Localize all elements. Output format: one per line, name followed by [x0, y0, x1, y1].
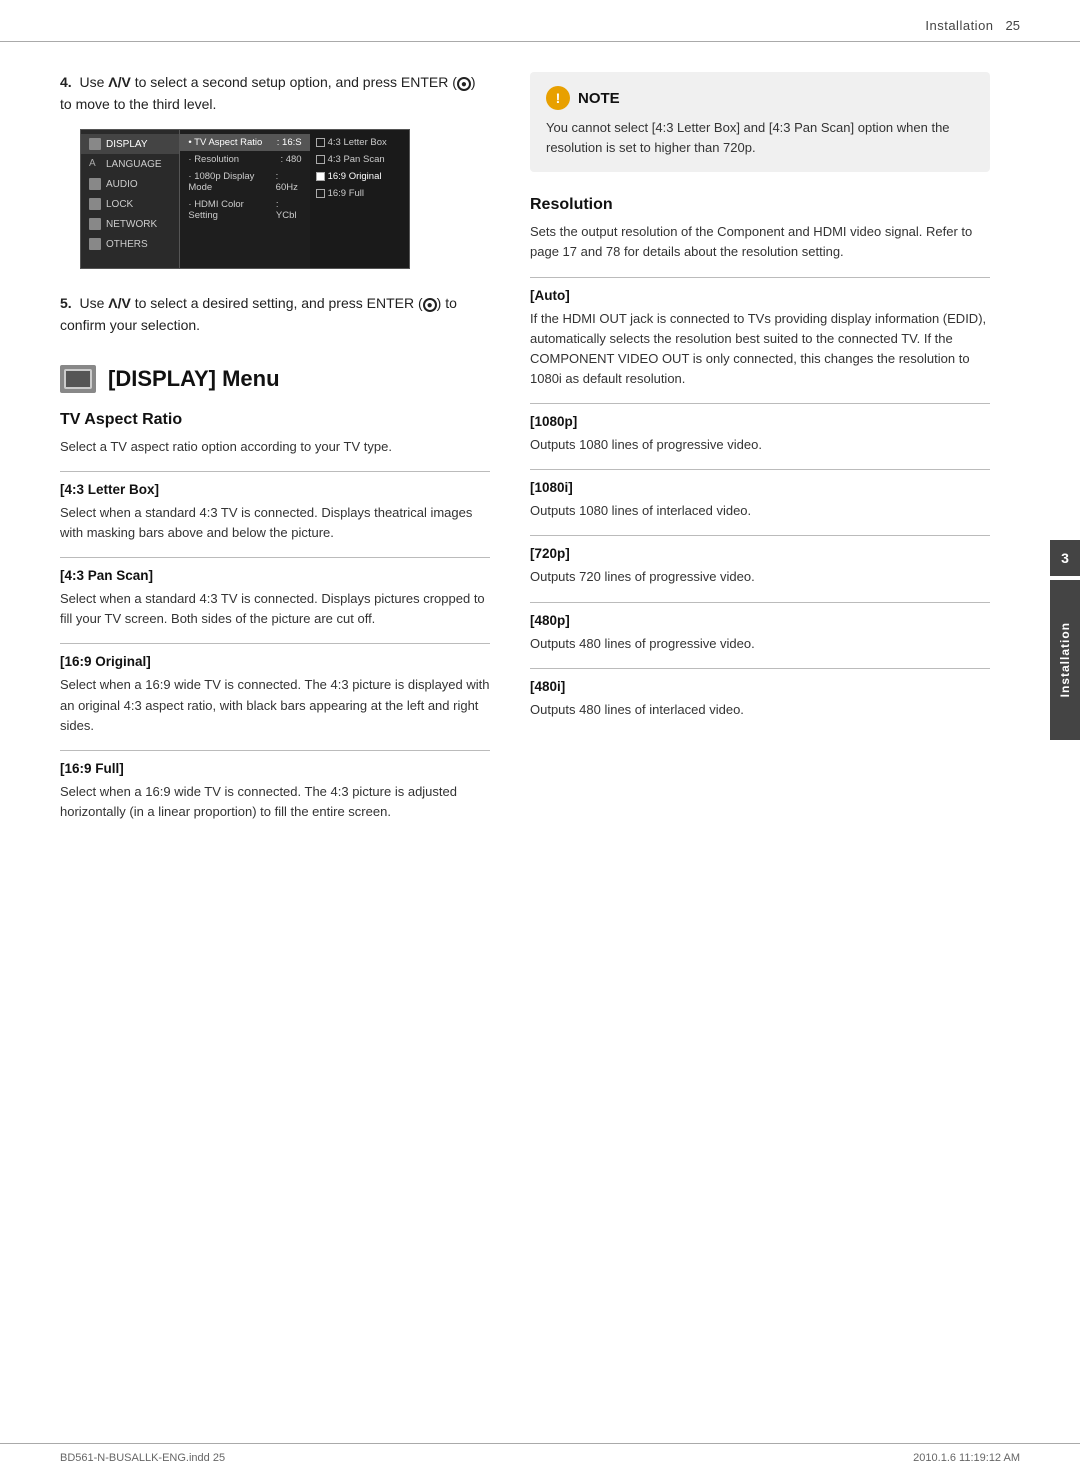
sub-43panscan-desc: Select when a standard 4:3 TV is connect… — [60, 589, 490, 629]
sub-43panscan: [4:3 Pan Scan] Select when a standard 4:… — [60, 557, 490, 629]
menu-row-1080p: · 1080p Display Mode : 60Hz — [180, 168, 309, 196]
resolution-section: Resolution Sets the output resolution of… — [530, 196, 990, 720]
menu-item-audio: AUDIO — [81, 174, 179, 194]
network-icon — [89, 218, 101, 230]
note-box: ! NOTE You cannot select [4:3 Letter Box… — [530, 72, 990, 172]
sub-480p-desc: Outputs 480 lines of progressive video. — [530, 634, 990, 654]
step-5-block: 5. Use Λ/V to select a desired setting, … — [60, 293, 490, 336]
sub-43letterbox-title: [4:3 Letter Box] — [60, 482, 490, 497]
page-container: Installation 25 3 Installation 4. Use Λ/… — [0, 0, 1080, 1472]
step-5-text: 5. Use Λ/V to select a desired setting, … — [60, 293, 490, 336]
sub-43letterbox: [4:3 Letter Box] Select when a standard … — [60, 471, 490, 543]
header-title: Installation — [925, 18, 993, 33]
sub-480i-title: [480i] — [530, 679, 990, 694]
left-column: 4. Use Λ/V to select a second setup opti… — [60, 72, 490, 836]
menu-left-panel: DISPLAY A LANGUAGE AUDIO LOCK — [81, 130, 180, 268]
main-content: 4. Use Λ/V to select a second setup opti… — [0, 42, 1080, 866]
note-header: ! NOTE — [546, 86, 974, 110]
sub-1080p: [1080p] Outputs 1080 lines of progressiv… — [530, 403, 990, 455]
display-icon-small — [89, 138, 101, 150]
display-icon-inner — [64, 369, 92, 389]
sub-480i: [480i] Outputs 480 lines of interlaced v… — [530, 668, 990, 720]
resolution-heading: Resolution — [530, 196, 990, 214]
sub-auto-title: [Auto] — [530, 288, 990, 303]
menu-item-others: OTHERS — [81, 234, 179, 254]
sub-480p-title: [480p] — [530, 613, 990, 628]
right-column: ! NOTE You cannot select [4:3 Letter Box… — [530, 72, 1020, 836]
sub-auto: [Auto] If the HDMI OUT jack is connected… — [530, 277, 990, 390]
menu-item-network: NETWORK — [81, 214, 179, 234]
sub-480i-desc: Outputs 480 lines of interlaced video. — [530, 700, 990, 720]
menu-sub-43letterbox: 4:3 Letter Box — [310, 134, 409, 151]
side-tab-label: Installation — [1058, 622, 1072, 697]
page-footer: BD561-N-BUSALLK-ENG.indd 25 2010.1.6 11:… — [0, 1443, 1080, 1472]
checkbox-169full — [316, 189, 325, 198]
resolution-desc: Sets the output resolution of the Compon… — [530, 222, 990, 262]
menu-item-display: DISPLAY — [81, 134, 179, 154]
sub-1080i-title: [1080i] — [530, 480, 990, 495]
note-title: NOTE — [578, 90, 620, 107]
menu-row-resolution: · Resolution : 480 — [180, 151, 309, 168]
menu-right-panel: 4:3 Letter Box 4:3 Pan Scan 16:9 Origina… — [310, 130, 409, 268]
checkbox-169original — [316, 172, 325, 181]
note-icon: ! — [546, 86, 570, 110]
header-page-num: 25 — [1006, 18, 1020, 33]
lock-icon — [89, 198, 101, 210]
menu-row-tv-aspect: • TV Aspect Ratio : 16:S — [180, 134, 309, 151]
side-tab: Installation — [1050, 580, 1080, 740]
checkbox-43letterbox — [316, 138, 325, 147]
sub-169full-title: [16:9 Full] — [60, 761, 490, 776]
sub-169original-title: [16:9 Original] — [60, 654, 490, 669]
menu-row-hdmi-color: · HDMI Color Setting : YCbl — [180, 196, 309, 224]
sub-169full: [16:9 Full] Select when a 16:9 wide TV i… — [60, 750, 490, 822]
menu-sub-43panscan: 4:3 Pan Scan — [310, 151, 409, 168]
sub-1080p-title: [1080p] — [530, 414, 990, 429]
sub-720p-title: [720p] — [530, 546, 990, 561]
menu-middle-panel: • TV Aspect Ratio : 16:S · Resolution : … — [180, 130, 309, 268]
audio-icon — [89, 178, 101, 190]
menu-sub-169full: 16:9 Full — [310, 185, 409, 202]
sub-169full-desc: Select when a 16:9 wide TV is connected.… — [60, 782, 490, 822]
sub-43letterbox-desc: Select when a standard 4:3 TV is connect… — [60, 503, 490, 543]
sub-1080i: [1080i] Outputs 1080 lines of interlaced… — [530, 469, 990, 521]
footer-date: 2010.1.6 11:19:12 AM — [913, 1452, 1020, 1464]
display-menu-header: [DISPLAY] Menu — [60, 365, 490, 393]
others-icon — [89, 238, 101, 250]
step-4-block: 4. Use Λ/V to select a second setup opti… — [60, 72, 490, 269]
display-menu-icon — [60, 365, 96, 393]
tv-aspect-ratio-heading: TV Aspect Ratio — [60, 411, 490, 429]
step-4-text: 4. Use Λ/V to select a second setup opti… — [60, 72, 490, 115]
sub-169original: [16:9 Original] Select when a 16:9 wide … — [60, 643, 490, 735]
sub-43panscan-title: [4:3 Pan Scan] — [60, 568, 490, 583]
tv-aspect-ratio-desc: Select a TV aspect ratio option accordin… — [60, 437, 490, 457]
sub-1080i-desc: Outputs 1080 lines of interlaced video. — [530, 501, 990, 521]
sub-1080p-desc: Outputs 1080 lines of progressive video. — [530, 435, 990, 455]
menu-screenshot: DISPLAY A LANGUAGE AUDIO LOCK — [80, 129, 410, 269]
note-text: You cannot select [4:3 Letter Box] and [… — [546, 118, 974, 158]
sub-auto-desc: If the HDMI OUT jack is connected to TVs… — [530, 309, 990, 390]
sub-720p: [720p] Outputs 720 lines of progressive … — [530, 535, 990, 587]
tv-aspect-ratio-section: TV Aspect Ratio Select a TV aspect ratio… — [60, 411, 490, 822]
sub-720p-desc: Outputs 720 lines of progressive video. — [530, 567, 990, 587]
sub-169original-desc: Select when a 16:9 wide TV is connected.… — [60, 675, 490, 735]
page-header: Installation 25 — [0, 0, 1080, 42]
menu-sub-169original: 16:9 Original — [310, 168, 409, 185]
sub-480p: [480p] Outputs 480 lines of progressive … — [530, 602, 990, 654]
menu-item-language: A LANGUAGE — [81, 154, 179, 174]
language-icon: A — [89, 158, 101, 170]
display-menu-title: [DISPLAY] Menu — [108, 366, 280, 392]
side-tab-number: 3 — [1050, 540, 1080, 576]
footer-filename: BD561-N-BUSALLK-ENG.indd 25 — [60, 1452, 225, 1464]
menu-item-lock: LOCK — [81, 194, 179, 214]
checkbox-43panscan — [316, 155, 325, 164]
